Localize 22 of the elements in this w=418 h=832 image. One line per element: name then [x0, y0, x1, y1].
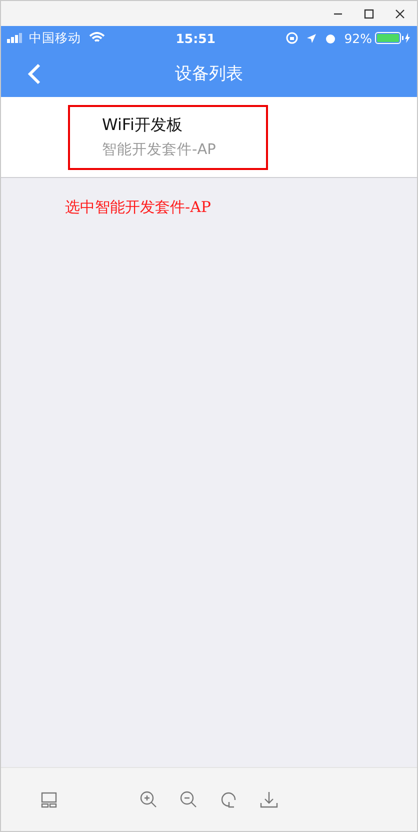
download-icon[interactable] — [260, 790, 278, 808]
alarm-icon — [325, 32, 336, 44]
carrier-name: 中国移动 — [29, 30, 81, 46]
page-title: 设备列表 — [175, 63, 243, 85]
layout-icon[interactable] — [41, 792, 57, 808]
back-icon[interactable] — [27, 63, 41, 85]
rotate-icon[interactable] — [220, 790, 238, 808]
zoom-in-icon[interactable] — [140, 790, 158, 808]
rotation-lock-icon — [286, 32, 298, 44]
annotation-note: 选中智能开发套件-AP — [65, 198, 212, 217]
close-icon[interactable] — [395, 8, 405, 18]
device-row[interactable]: WiFi开发板 智能开发套件-AP — [1, 97, 417, 178]
battery-percent: 92% — [344, 30, 372, 46]
zoom-out-icon[interactable] — [180, 790, 198, 808]
status-time: 15:51 — [176, 30, 216, 46]
location-icon — [306, 32, 318, 44]
battery-icon — [375, 31, 411, 45]
device-subtitle: 智能开发套件-AP — [102, 141, 217, 159]
maximize-icon[interactable] — [364, 8, 374, 18]
device-name: WiFi开发板 — [102, 115, 184, 136]
signal-icon — [7, 33, 25, 43]
wifi-icon — [89, 32, 105, 44]
